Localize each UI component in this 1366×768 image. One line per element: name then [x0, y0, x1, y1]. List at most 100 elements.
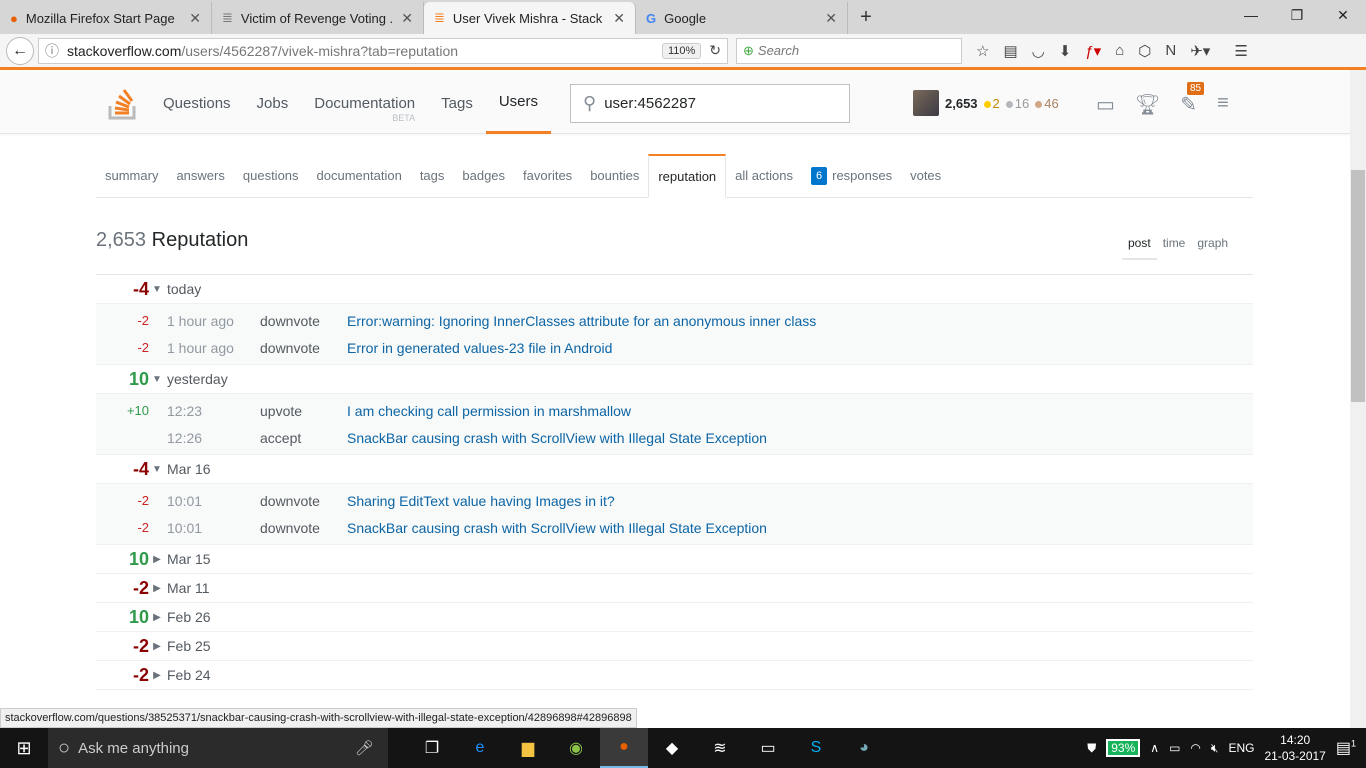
post-link[interactable]: SnackBar causing crash with ScrollView w…	[347, 520, 767, 536]
flash-icon[interactable]: ƒ▾	[1085, 42, 1101, 60]
cortana-search[interactable]: ○ Ask me anything 🎤︎	[48, 728, 388, 768]
command-prompt-icon[interactable]: ▭	[744, 728, 792, 768]
clock[interactable]: 14:20 21-03-2017	[1264, 732, 1325, 764]
tab-bounties[interactable]: bounties	[581, 154, 648, 197]
close-tab-icon[interactable]: ✕	[401, 10, 413, 27]
tab-tags[interactable]: tags	[411, 154, 454, 197]
browser-tab[interactable]: ● Mozilla Firefox Start Page ✕	[0, 2, 212, 34]
file-explorer-icon[interactable]: ▆	[504, 728, 552, 768]
browser-tab[interactable]: ≣ Victim of Revenge Voting ... ✕	[212, 2, 424, 34]
post-link[interactable]: SnackBar causing crash with ScrollView w…	[347, 430, 767, 446]
inbox-icon[interactable]: ▭	[1096, 92, 1115, 117]
database-icon[interactable]: ≋	[696, 728, 744, 768]
scrollbar[interactable]	[1350, 70, 1366, 728]
tab-favorites[interactable]: favorites	[514, 154, 581, 197]
firefox-taskbar-icon[interactable]: ●	[600, 728, 648, 768]
tab-documentation[interactable]: documentation	[308, 154, 411, 197]
nav-questions[interactable]: Questions	[150, 72, 244, 134]
caret-down-icon[interactable]: ▼	[149, 284, 165, 295]
app-icon[interactable]: ◕	[840, 728, 888, 768]
browser-tab[interactable]: G Google ✕	[636, 2, 848, 34]
nav-users[interactable]: Users	[485, 72, 551, 134]
extension-icon[interactable]: ⬡	[1138, 42, 1151, 60]
defender-icon[interactable]: ⛊	[1087, 741, 1096, 756]
post-link[interactable]: I am checking call permission in marshma…	[347, 403, 631, 419]
close-window-icon[interactable]: ✕	[1320, 0, 1366, 30]
nav-tags[interactable]: Tags	[428, 72, 486, 134]
download-icon[interactable]: ⬇	[1059, 42, 1072, 60]
edge-icon[interactable]: e	[456, 728, 504, 768]
extension-icon[interactable]: ✈▾	[1190, 42, 1210, 60]
stackoverflow-logo[interactable]	[108, 86, 138, 123]
back-button[interactable]: ←	[6, 36, 34, 65]
battery-indicator[interactable]: 93%	[1106, 739, 1141, 757]
tab-questions[interactable]: questions	[234, 154, 308, 197]
tab-summary[interactable]: summary	[96, 154, 167, 197]
microphone-icon[interactable]: 🎤︎	[355, 739, 374, 757]
task-view-icon[interactable]: ❐	[408, 728, 456, 768]
restore-icon[interactable]: ❐	[1274, 0, 1320, 30]
language-indicator[interactable]: ENG	[1228, 741, 1254, 755]
pocket-icon[interactable]: ◡	[1032, 42, 1045, 60]
site-switcher-icon[interactable]: ≡	[1217, 92, 1229, 117]
zoom-level[interactable]: 110%	[661, 42, 702, 59]
nav-jobs[interactable]: Jobs	[244, 72, 302, 134]
avatar[interactable]	[913, 90, 939, 116]
reload-icon[interactable]: ↻	[709, 42, 721, 59]
minimize-icon[interactable]: —	[1228, 0, 1274, 30]
android-studio-icon[interactable]: ◉	[552, 728, 600, 768]
tab-answers[interactable]: answers	[167, 154, 233, 197]
browser-tab-active[interactable]: ≣ User Vivek Mishra - Stack ... ✕	[424, 2, 636, 34]
review-icon[interactable]: ✎	[1180, 92, 1197, 117]
bookmark-star-icon[interactable]: ☆	[976, 42, 989, 60]
volume-muted-icon[interactable]: 🔇︎	[1211, 741, 1219, 756]
site-search-input[interactable]: ⚲ user:4562287	[570, 84, 850, 123]
achievements-trophy-icon[interactable]: 🏆︎	[1135, 92, 1160, 117]
windows-start-icon[interactable]: ⊞	[0, 738, 48, 759]
tab-reputation[interactable]: reputation	[648, 154, 727, 198]
close-tab-icon[interactable]: ✕	[189, 10, 201, 27]
address-bar[interactable]: ⓘ stackoverflow.com/users/4562287/vivek-…	[38, 37, 728, 64]
close-tab-icon[interactable]: ✕	[825, 10, 837, 27]
day-group-header[interactable]: 10 ▶ Feb 26	[96, 603, 1253, 632]
paint-icon[interactable]: ◆	[648, 728, 696, 768]
caret-right-icon[interactable]: ▶	[149, 554, 165, 565]
view-time[interactable]: time	[1157, 234, 1192, 260]
home-icon[interactable]: ⌂	[1115, 42, 1124, 60]
caret-right-icon[interactable]: ▶	[149, 670, 165, 681]
scrollbar-thumb[interactable]	[1351, 170, 1365, 402]
skype-icon[interactable]: S	[792, 728, 840, 768]
view-post[interactable]: post	[1122, 234, 1157, 260]
tab-responses[interactable]: 6 responses	[802, 154, 901, 197]
day-group-header[interactable]: -2 ▶ Feb 24	[96, 661, 1253, 690]
reading-list-icon[interactable]: ▤	[1003, 42, 1017, 60]
wifi-icon[interactable]: ◠	[1190, 741, 1200, 755]
caret-right-icon[interactable]: ▶	[149, 641, 165, 652]
tab-votes[interactable]: votes	[901, 154, 950, 197]
power-icon[interactable]: ▭	[1169, 741, 1180, 755]
tab-all-actions[interactable]: all actions	[726, 154, 802, 197]
post-link[interactable]: Error:warning: Ignoring InnerClasses att…	[347, 313, 816, 329]
menu-icon[interactable]: ☰	[1234, 42, 1247, 60]
notifications-icon[interactable]: ▤1	[1336, 738, 1356, 758]
caret-down-icon[interactable]: ▼	[149, 464, 165, 475]
tab-badges[interactable]: badges	[453, 154, 514, 197]
extension-n-icon[interactable]: N	[1165, 42, 1176, 60]
caret-right-icon[interactable]: ▶	[149, 612, 165, 623]
day-group-header[interactable]: 10 ▼ yesterday	[96, 365, 1253, 394]
day-group-header[interactable]: -2 ▶ Mar 11	[96, 574, 1253, 603]
browser-search-input[interactable]: ⊕ Search	[736, 37, 962, 64]
new-tab-button[interactable]: +	[848, 6, 884, 29]
user-card[interactable]: 2,653 2 16 46	[913, 90, 1059, 116]
view-graph[interactable]: graph	[1191, 234, 1234, 260]
day-group-header[interactable]: 10 ▶ Mar 15	[96, 545, 1253, 574]
close-tab-icon[interactable]: ✕	[613, 10, 625, 27]
day-group-header[interactable]: -4 ▼ today	[96, 275, 1253, 304]
day-group-header[interactable]: -4 ▼ Mar 16	[96, 455, 1253, 484]
caret-down-icon[interactable]: ▼	[149, 374, 165, 385]
day-group-header[interactable]: -2 ▶ Feb 25	[96, 632, 1253, 661]
post-link[interactable]: Sharing EditText value having Images in …	[347, 493, 615, 509]
info-icon[interactable]: ⓘ	[45, 41, 59, 61]
nav-documentation[interactable]: Documentation BETA	[301, 72, 428, 134]
show-hidden-icons[interactable]: ∧	[1150, 741, 1159, 755]
